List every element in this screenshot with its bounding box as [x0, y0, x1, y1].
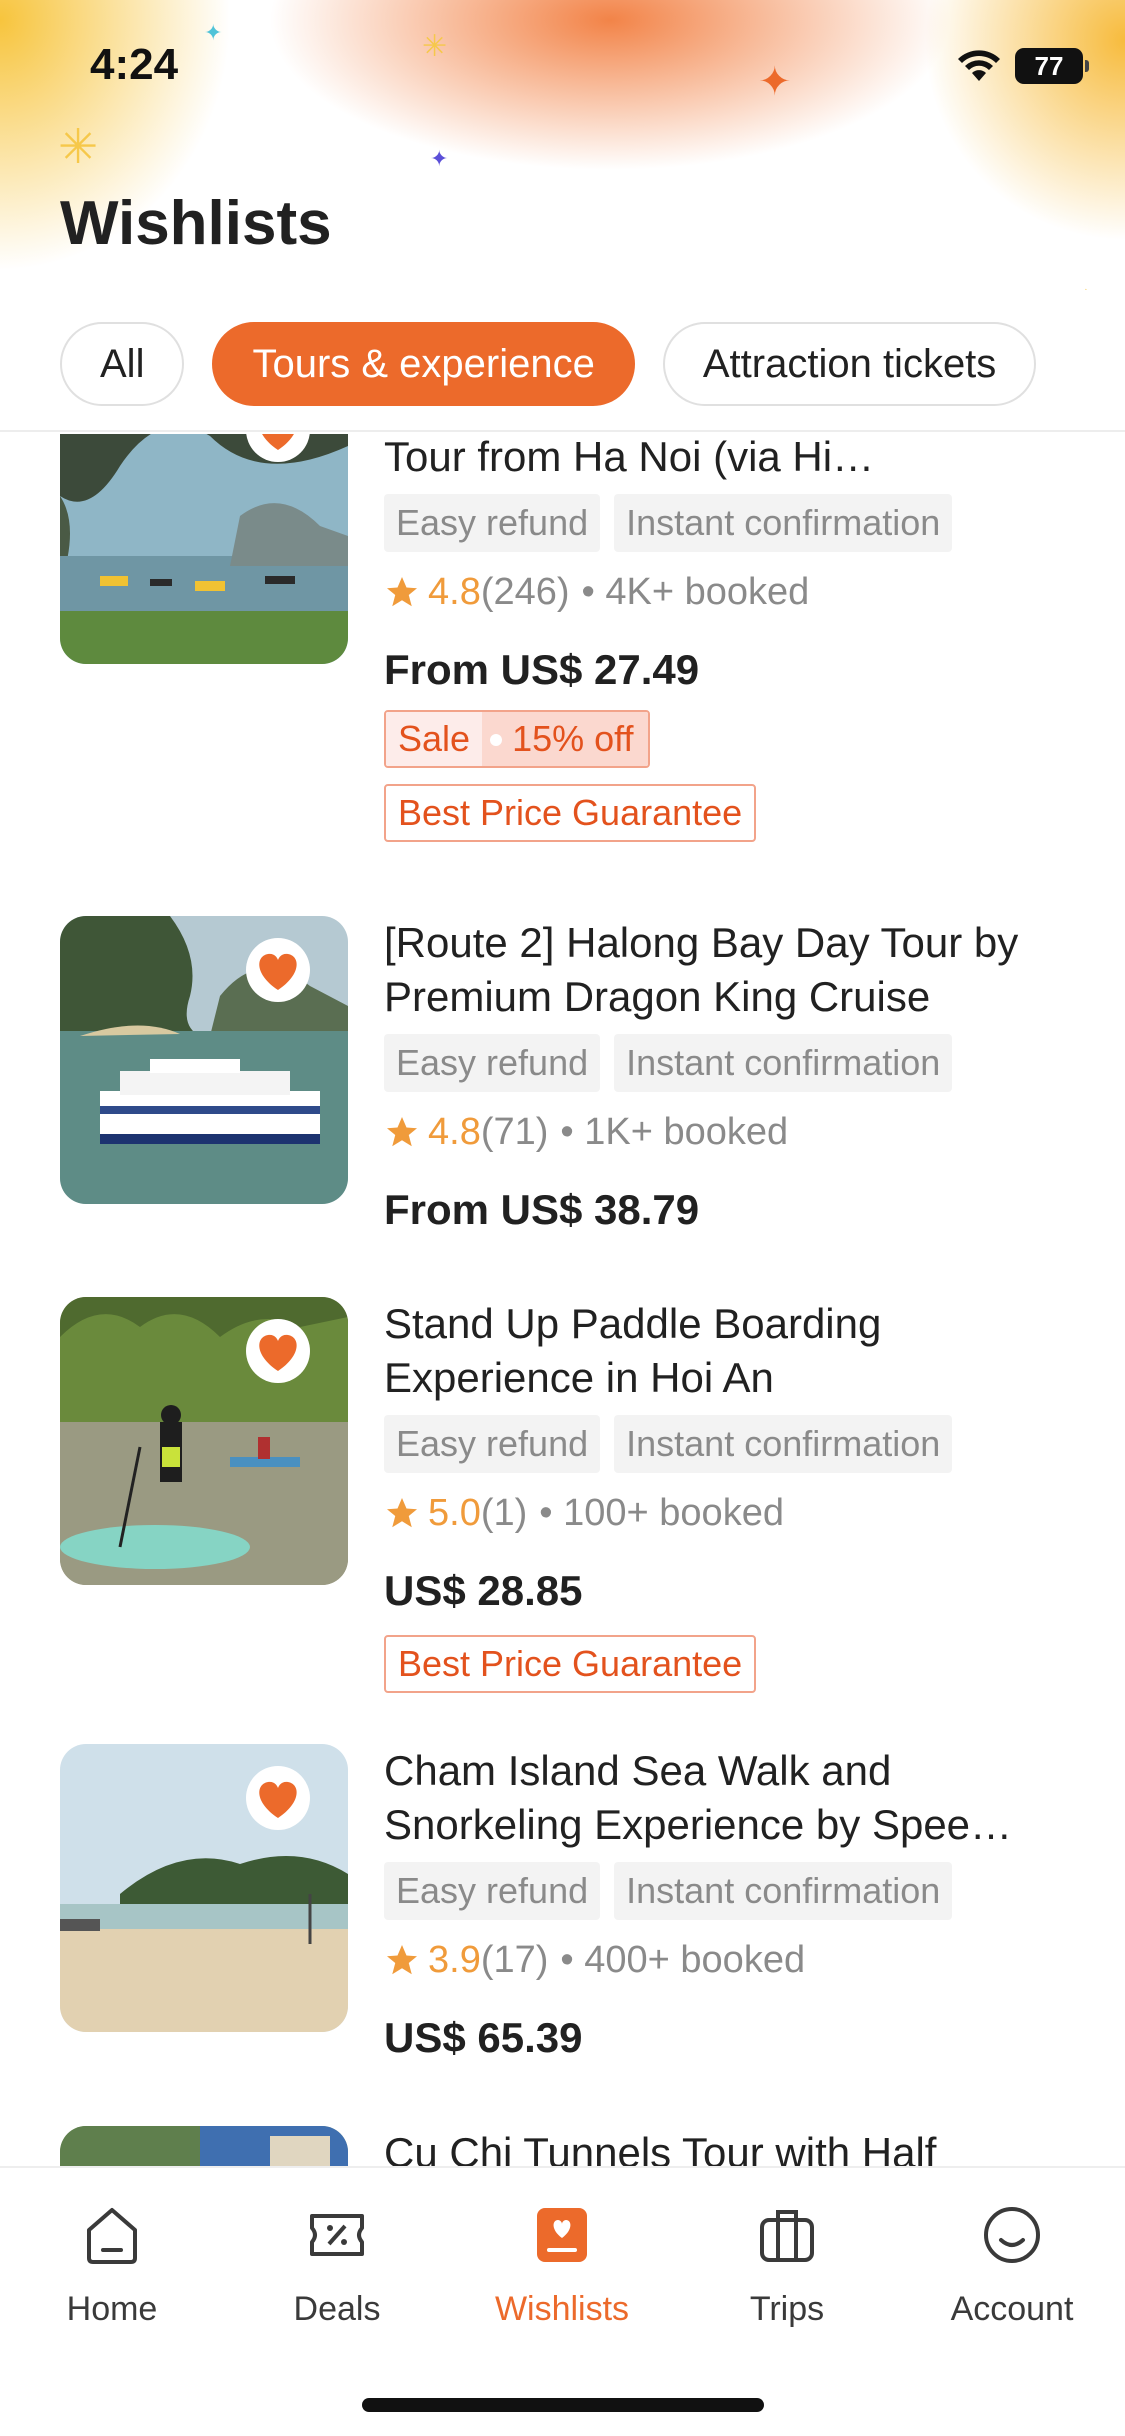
- account-icon: [984, 2207, 1040, 2263]
- status-icons: 77: [957, 48, 1089, 84]
- nav-home[interactable]: Home: [12, 2200, 212, 2329]
- deals-icon: [310, 2214, 364, 2256]
- tab-all[interactable]: All: [60, 322, 185, 406]
- badge-instant-confirmation: Instant confirmation: [614, 1415, 953, 1473]
- item-info: [Route 2] Halong Bay Day Tour by Premium…: [384, 916, 1074, 1238]
- item-title[interactable]: Stand Up Paddle Boarding Experience in H…: [384, 1297, 1074, 1405]
- heart-icon[interactable]: [244, 936, 312, 1004]
- booked-count: • 1K+ booked: [560, 1110, 789, 1153]
- badge-row: Easy refund Instant confirmation: [384, 494, 1074, 552]
- item-title[interactable]: Cham Island Sea Walk and Snorkeling Expe…: [384, 1744, 1074, 1852]
- home-indicator[interactable]: [362, 2398, 764, 2412]
- page-title: Wishlists: [60, 189, 332, 258]
- nav-label: Trips: [749, 2290, 825, 2328]
- tab-tours-experience[interactable]: Tours & experience: [212, 322, 635, 406]
- rating-row: 4.8 (71) • 1K+ booked: [384, 1106, 1074, 1158]
- bottom-nav: Home Deals Wishlists Trips Account: [0, 2166, 1125, 2436]
- rating-value: 3.9: [428, 1938, 481, 1981]
- review-count: (17): [480, 1938, 549, 1981]
- badge-instant-confirmation: Instant confirmation: [614, 1862, 953, 1920]
- review-count: (71): [480, 1110, 549, 1153]
- rating-value: 4.8: [428, 1110, 481, 1153]
- nav-label: Home: [66, 2290, 158, 2328]
- star-icon: [387, 1117, 417, 1147]
- nav-label: Wishlists: [494, 2290, 630, 2328]
- sparkle-icon: ✳: [58, 121, 99, 174]
- home-icon: [87, 2208, 137, 2264]
- wishlist-list: [Route 1] Halong Bay Day Cruise Tour fro…: [0, 434, 1125, 2166]
- badge-row: Easy refund Instant confirmation: [384, 1034, 1074, 1092]
- wifi-icon: [958, 50, 1000, 81]
- nav-trips[interactable]: Trips: [687, 2200, 887, 2329]
- sale-tag: Sale 15% off: [384, 710, 650, 768]
- review-count: (246): [480, 570, 570, 613]
- sparkle-icon: ✦: [758, 60, 792, 104]
- badge-easy-refund: Easy refund: [384, 1034, 601, 1092]
- nav-deals[interactable]: Deals: [237, 2200, 437, 2329]
- sparkle-icon: ✦: [204, 20, 223, 45]
- best-price-guarantee: Best Price Guarantee: [384, 1635, 757, 1693]
- rating-row: 4.8 (246) • 4K+ booked: [384, 566, 1074, 618]
- booked-count: • 100+ booked: [539, 1491, 784, 1534]
- badge-row: Easy refund Instant confirmation: [384, 1862, 1074, 1920]
- item-info: Cu Chi Tunnels Tour with Half: [384, 2126, 1074, 2166]
- item-info: [Route 1] Halong Bay Day Cruise Tour fro…: [384, 434, 1074, 842]
- item-info: Cham Island Sea Walk and Snorkeling Expe…: [384, 1744, 1074, 2066]
- item-info: Stand Up Paddle Boarding Experience in H…: [384, 1297, 1074, 1693]
- booked-count: • 4K+ booked: [581, 570, 810, 613]
- badge-easy-refund: Easy refund: [384, 494, 601, 552]
- star-icon: [387, 577, 417, 607]
- badge-easy-refund: Easy refund: [384, 1415, 601, 1473]
- trips-icon: [760, 2210, 814, 2262]
- tour-thumbnail[interactable]: [60, 434, 348, 664]
- battery-indicator: 77: [1015, 48, 1089, 84]
- rating-value: 4.8: [428, 570, 481, 613]
- sparkle-icon: ✳: [422, 30, 448, 63]
- category-tabs: All Tours & experience Attraction ticket…: [0, 322, 1125, 432]
- tab-attraction-tickets[interactable]: Attraction tickets: [662, 322, 1037, 406]
- item-title[interactable]: [Route 2] Halong Bay Day Tour by Premium…: [384, 916, 1074, 1024]
- price: From US$ 27.49: [384, 646, 700, 693]
- price: US$ 28.85: [384, 1567, 583, 1614]
- heart-icon[interactable]: [244, 1317, 312, 1385]
- rating-row: 3.9 (17) • 400+ booked: [384, 1934, 1074, 1986]
- rating-row: 5.0 (1) • 100+ booked: [384, 1487, 1074, 1539]
- item-title[interactable]: Cu Chi Tunnels Tour with Half: [384, 2126, 1074, 2166]
- sale-discount: 15% off: [482, 712, 648, 766]
- status-time: 4:24: [90, 40, 179, 89]
- sparkle-icon: ▲: [1078, 286, 1094, 291]
- rating-value: 5.0: [428, 1491, 481, 1534]
- nav-label: Account: [950, 2290, 1074, 2328]
- heart-icon[interactable]: [244, 434, 312, 464]
- star-icon: [387, 1498, 417, 1528]
- header: ✦ ✳ ✦ ✦ ✳ ▲ 4:24 77 Wishlists: [0, 0, 1125, 290]
- item-title[interactable]: [Route 1] Halong Bay Day Cruise Tour fro…: [384, 434, 1074, 484]
- sale-label: Sale: [386, 712, 483, 766]
- badge-instant-confirmation: Instant confirmation: [614, 494, 953, 552]
- wishlists-icon: [537, 2208, 587, 2262]
- sparkle-icon: ✦: [430, 146, 449, 171]
- heart-icon[interactable]: [244, 1764, 312, 1832]
- booked-count: • 400+ booked: [560, 1938, 806, 1981]
- nav-label: Deals: [293, 2290, 381, 2328]
- best-price-guarantee: Best Price Guarantee: [384, 784, 757, 842]
- nav-wishlists[interactable]: Wishlists: [462, 2200, 662, 2329]
- badge-easy-refund: Easy refund: [384, 1862, 601, 1920]
- price: From US$ 38.79: [384, 1186, 700, 1233]
- badge-row: Easy refund Instant confirmation: [384, 1415, 1074, 1473]
- nav-account[interactable]: Account: [912, 2200, 1112, 2329]
- star-icon: [387, 1945, 417, 1975]
- review-count: (1): [480, 1491, 528, 1534]
- badge-instant-confirmation: Instant confirmation: [614, 1034, 953, 1092]
- price: US$ 65.39: [384, 2014, 583, 2061]
- tour-thumbnail[interactable]: [60, 2126, 348, 2166]
